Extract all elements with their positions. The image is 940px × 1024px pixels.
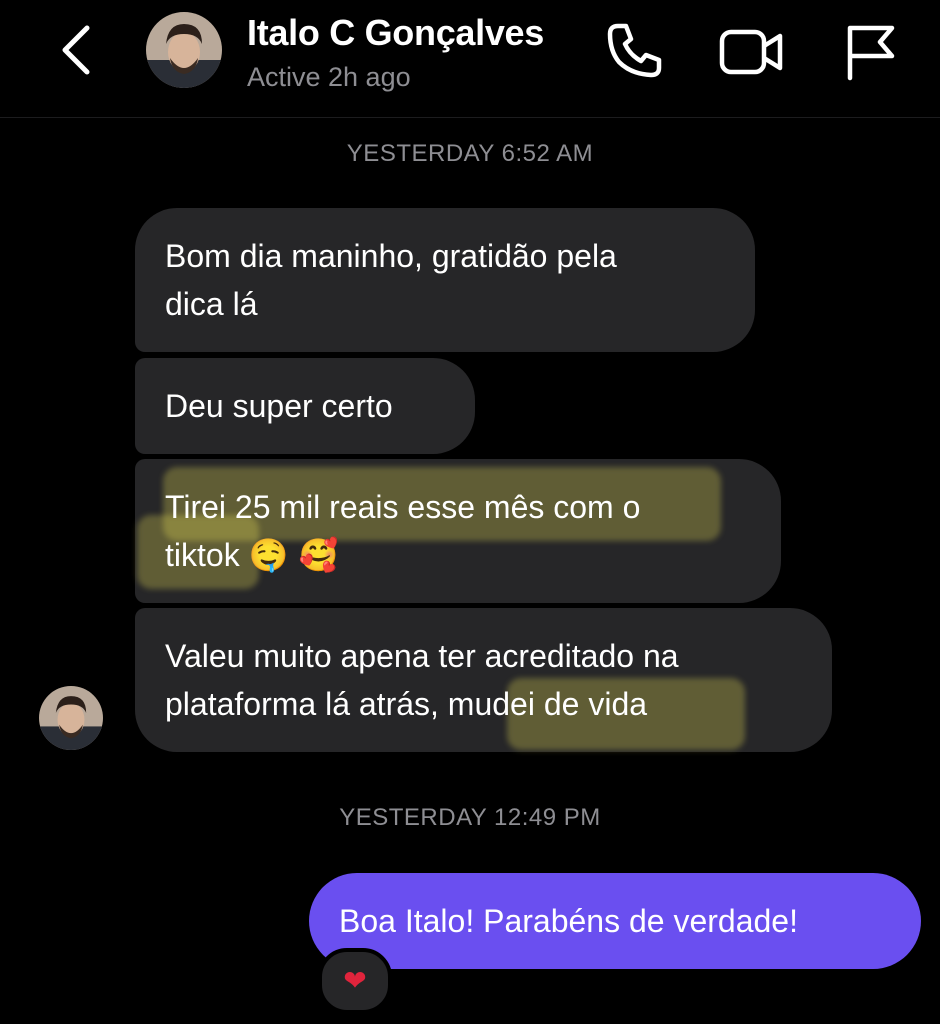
voice-call-button[interactable] (604, 20, 666, 82)
incoming-message[interactable]: Tirei 25 mil reais esse mês com o tiktok… (135, 459, 781, 603)
incoming-message[interactable]: Deu super certo (135, 358, 475, 454)
chat-header: Italo C Gonçalves Active 2h ago (0, 0, 940, 118)
timestamp-divider: YESTERDAY 12:49 PM (339, 804, 601, 831)
message-line: Deu super certo (165, 388, 393, 424)
message-word: tiktok (165, 537, 240, 573)
heart-reaction[interactable]: ❤ (318, 948, 392, 1014)
incoming-message[interactable]: Valeu muito apena ter acreditado na plat… (135, 608, 832, 752)
report-button[interactable] (840, 22, 900, 82)
message-line: Valeu muito apena ter acreditado na (165, 638, 679, 674)
incoming-message[interactable]: Bom dia maninho, gratidão pela dica lá (135, 208, 755, 352)
sender-avatar[interactable] (39, 686, 103, 750)
back-button[interactable] (55, 22, 103, 78)
chat-screen: Italo C Gonçalves Active 2h ago YESTERDA… (0, 0, 940, 1024)
timestamp-divider: YESTERDAY 6:52 AM (346, 140, 594, 167)
contact-avatar[interactable] (146, 12, 222, 88)
contact-name[interactable]: Italo C Gonçalves (247, 12, 544, 54)
flag-icon (847, 25, 895, 81)
message-line: dica lá (165, 286, 258, 322)
video-call-button[interactable] (718, 24, 786, 80)
chevron-left-icon (62, 25, 90, 75)
message-line: Tirei 25 mil reais esse mês com o (165, 489, 641, 525)
message-line: plataforma lá atrás, mudei de vida (165, 686, 648, 722)
emoji: 🤤 🥰 (248, 536, 339, 574)
message-line: Bom dia maninho, gratidão pela (165, 238, 617, 274)
heart-icon: ❤ (343, 965, 367, 996)
outgoing-message[interactable]: Boa Italo! Parabéns de verdade! (309, 873, 921, 969)
phone-icon (607, 23, 662, 78)
presence-status: Active 2h ago (247, 62, 411, 92)
message-line: tiktok 🤤 🥰 (165, 531, 751, 579)
video-camera-icon (719, 29, 783, 75)
